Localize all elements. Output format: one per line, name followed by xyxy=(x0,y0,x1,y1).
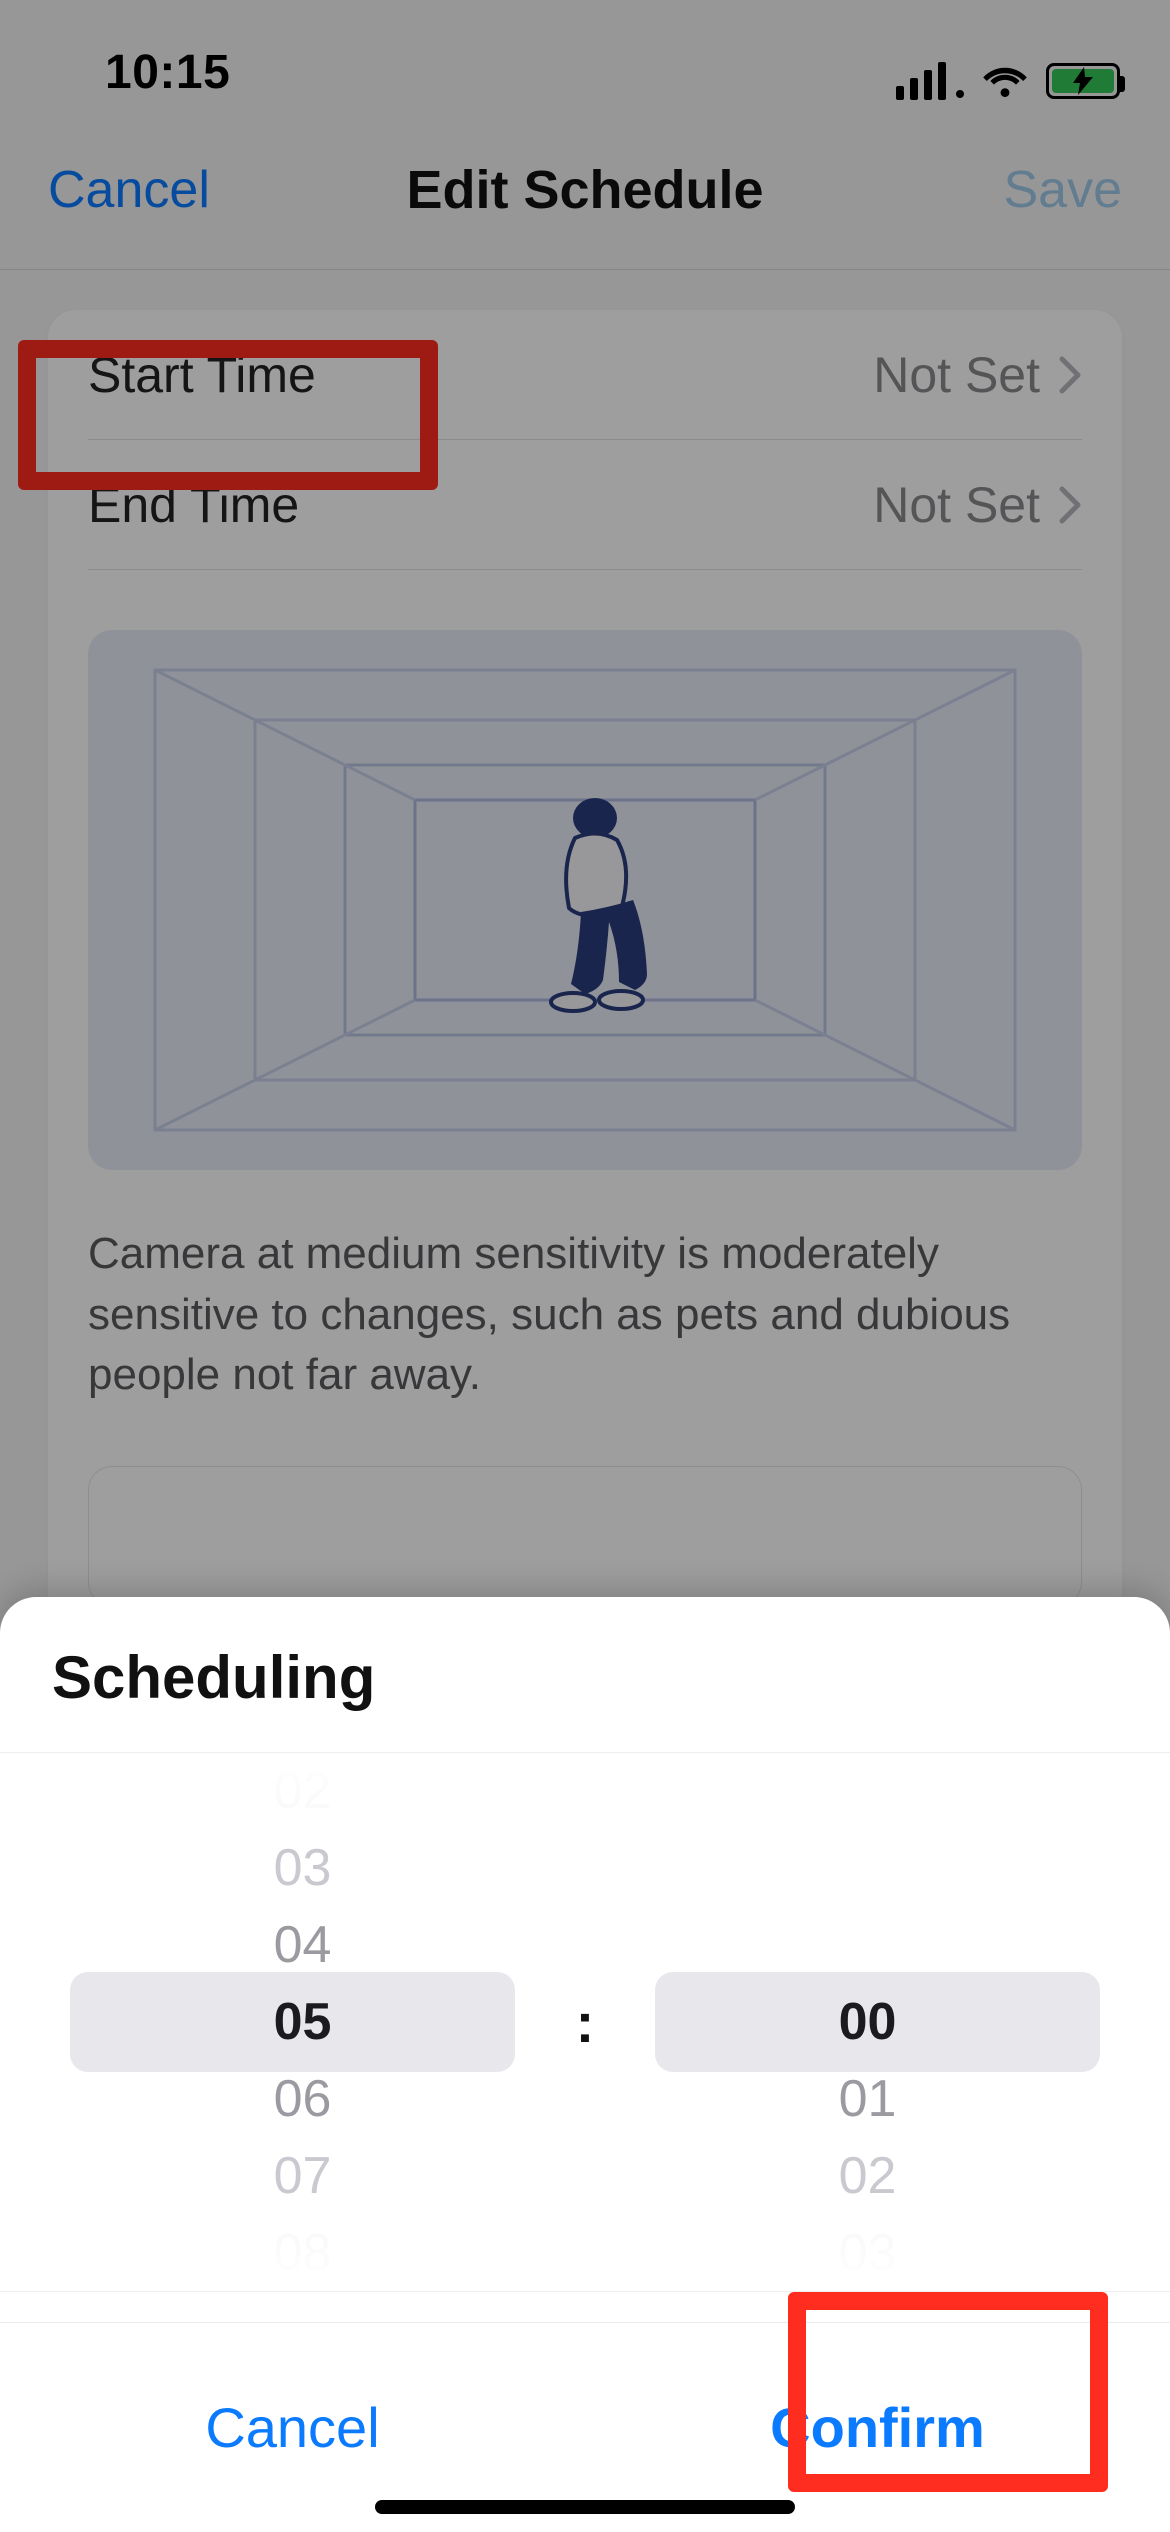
hour-option[interactable]: 02 xyxy=(274,1753,332,1830)
hour-selected[interactable]: 05 xyxy=(274,1984,332,2061)
minute-wheel[interactable]: 57 58 59 00 01 02 03 xyxy=(635,1753,1100,2291)
minute-option[interactable]: 01 xyxy=(839,2060,897,2137)
sheet-title: Scheduling xyxy=(0,1643,1170,1752)
hour-option[interactable]: 03 xyxy=(274,1830,332,1907)
minute-option[interactable]: 02 xyxy=(839,2137,897,2214)
hour-option[interactable]: 07 xyxy=(274,2137,332,2214)
hour-wheel[interactable]: 02 03 04 05 06 07 08 xyxy=(70,1753,535,2291)
time-separator: : xyxy=(535,1753,635,2291)
hour-option[interactable]: 08 xyxy=(274,2214,332,2291)
minute-option[interactable]: 03 xyxy=(839,2214,897,2291)
hour-option[interactable]: 06 xyxy=(274,2060,332,2137)
time-picker-sheet: Scheduling 02 03 04 05 06 07 08 : xyxy=(0,1597,1170,2532)
minute-selected[interactable]: 00 xyxy=(839,1984,897,2061)
hour-option[interactable]: 04 xyxy=(274,1907,332,1984)
time-picker[interactable]: 02 03 04 05 06 07 08 : 57 58 59 00 01 02… xyxy=(0,1752,1170,2292)
home-indicator[interactable] xyxy=(375,2500,795,2514)
